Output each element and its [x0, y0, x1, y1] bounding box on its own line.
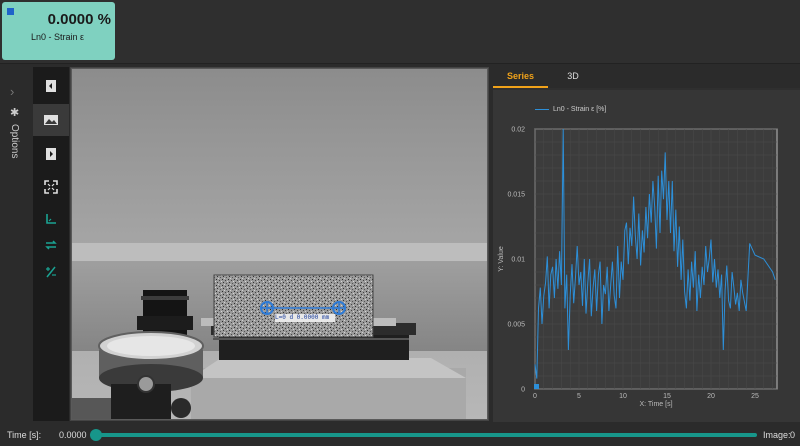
image-value: 0	[790, 430, 796, 440]
measurement-label: Ln0 - Strain ε	[31, 32, 85, 42]
y-tick-label: 0.02	[511, 127, 525, 134]
panel-tabs: Series 3D	[493, 66, 800, 88]
percent-icon	[46, 266, 56, 278]
camera-image	[71, 68, 488, 420]
image-icon	[44, 115, 58, 125]
panel-left-button[interactable]	[33, 70, 69, 102]
chart-legend: Ln0 - Strain ε [%]	[535, 103, 606, 115]
series-panel: Series 3D 0 5 10 15 20 25 0 0.005 0.01 0.015 0.02 X…	[493, 66, 800, 422]
y-tick-label: 0	[521, 387, 525, 394]
panel-left-icon	[46, 80, 56, 92]
panel-right-icon	[46, 148, 56, 160]
y-tick-label: 0.015	[507, 192, 525, 199]
series-start-marker	[534, 384, 539, 389]
x-axis-label: X: Time [s]	[639, 401, 672, 408]
image-label: Image:	[763, 430, 791, 440]
chevron-right-icon[interactable]: ›	[10, 84, 14, 99]
options-rail[interactable]: › ✱ Options	[0, 64, 32, 424]
time-slider-track[interactable]	[96, 433, 757, 437]
viewer-toolbar	[33, 67, 69, 421]
camera-image-viewer[interactable]: L=0 d 0.0000 mm	[70, 67, 489, 421]
measurement-value: 0.0000 %	[47, 11, 111, 28]
x-tick-label: 20	[707, 393, 715, 400]
y-tick-label: 0.01	[511, 257, 525, 264]
time-slider-thumb[interactable]	[90, 429, 102, 441]
gear-icon: ✱	[10, 107, 20, 119]
time-label: Time [s]:	[7, 430, 42, 440]
tab-series[interactable]: Series	[493, 66, 548, 88]
app-window: 0.0000 % Ln0 - Strain ε › ✱ Options L=0 …	[0, 0, 800, 446]
time-bar: Time [s]: 0.0000 Image: 0	[0, 424, 800, 446]
measurement-marker-icon	[7, 8, 14, 15]
swap-icon	[45, 240, 57, 250]
x-tick-label: 0	[533, 393, 537, 400]
time-value: 0.0000	[59, 430, 87, 440]
options-label[interactable]: Options	[9, 124, 20, 158]
legend-line-icon	[535, 108, 549, 110]
viewer-overlay-text: L=0 d 0.0000 mm	[275, 314, 330, 321]
panel-right-button[interactable]	[33, 138, 69, 170]
tab-3d[interactable]: 3D	[553, 66, 593, 88]
measurement-bar: 0.0000 % Ln0 - Strain ε	[0, 0, 800, 64]
x-tick-label: 10	[619, 393, 627, 400]
legend-label: Ln0 - Strain ε [%]	[553, 105, 607, 113]
y-axis-label: Y: Value	[498, 246, 505, 272]
fullscreen-icon	[44, 180, 58, 194]
measurement-card[interactable]: 0.0000 % Ln0 - Strain ε	[2, 2, 115, 60]
y-tick-label: 0.005	[507, 322, 525, 329]
percent-button[interactable]	[33, 256, 69, 288]
fullscreen-button[interactable]	[33, 171, 69, 203]
axis-icon	[46, 214, 56, 224]
series-chart-svg: 0 5 10 15 20 25 0 0.005 0.01 0.015 0.02 X: Time [s]…	[498, 127, 778, 408]
x-tick-label: 25	[751, 393, 759, 400]
x-tick-label: 15	[663, 393, 671, 400]
series-chart[interactable]: 0 5 10 15 20 25 0 0.005 0.01 0.015 0.02 X: Time [s]…	[493, 90, 800, 422]
image-view-button[interactable]	[33, 104, 69, 136]
x-tick-label: 5	[577, 393, 581, 400]
